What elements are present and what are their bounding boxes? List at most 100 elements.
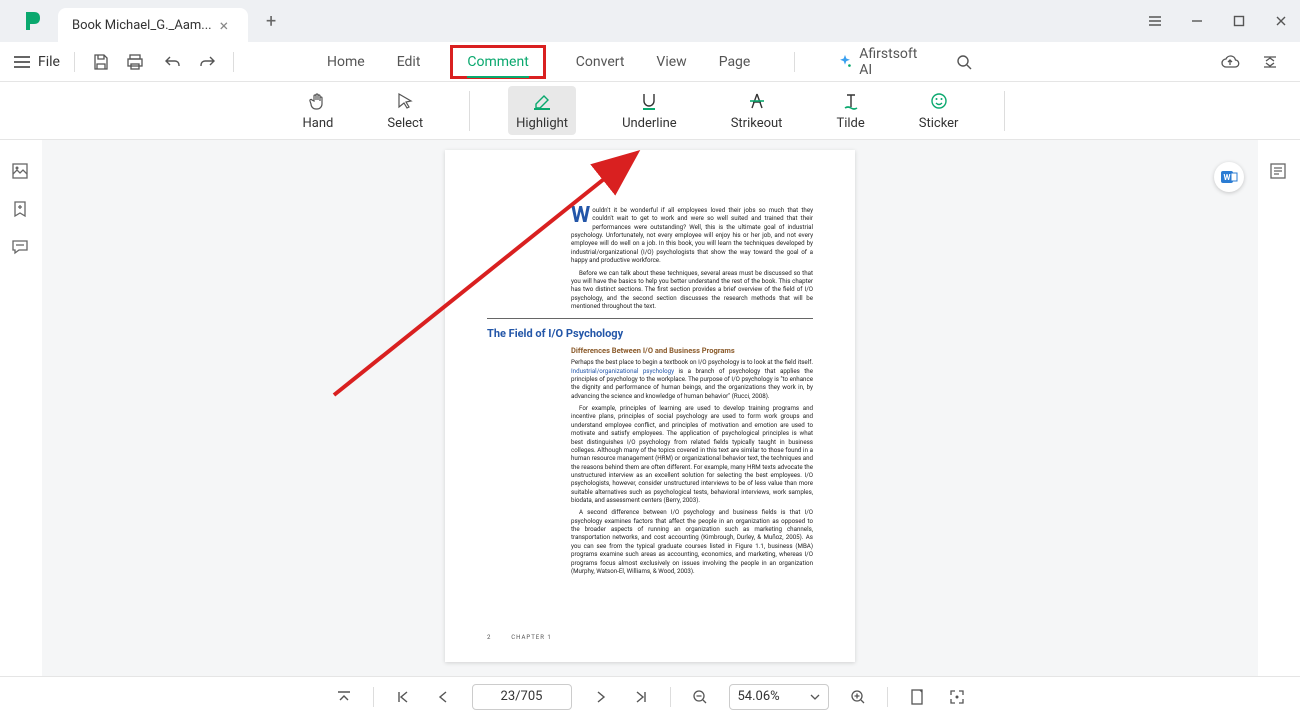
cloud-icon[interactable] [1218, 50, 1242, 74]
intro-text: ouldn't it be wonderful if all employees… [571, 206, 813, 264]
titlebar: Book Michael_G._Aam... × + [0, 0, 1300, 42]
fit-page-icon[interactable] [906, 686, 928, 708]
close-button[interactable] [1272, 12, 1290, 30]
comments-icon[interactable] [11, 238, 31, 258]
menu-convert[interactable]: Convert [574, 50, 627, 74]
file-label: File [38, 54, 60, 70]
menubar: File Home Edit Comment Convert View Page… [0, 42, 1300, 82]
divider [670, 687, 671, 707]
sparkle-icon [837, 53, 853, 71]
ai-label-text: Afirstsoft AI [859, 46, 925, 78]
comment-toolbar: Hand Select Highlight Underline Strikeou… [0, 82, 1300, 140]
menubar-right [1218, 50, 1282, 74]
section-heading: The Field of I/O Psychology [487, 327, 813, 342]
tool-label: Sticker [919, 116, 959, 131]
zoom-value: 54.06% [738, 689, 780, 704]
file-menu[interactable]: File [14, 54, 60, 70]
tilde-icon [840, 90, 862, 112]
section-rule [487, 318, 813, 319]
maximize-button[interactable] [1230, 12, 1248, 30]
collapse-icon[interactable] [1258, 50, 1282, 74]
menu-home[interactable]: Home [325, 50, 367, 74]
body-text: A second difference between I/O psycholo… [571, 508, 813, 575]
tool-label: Tilde [836, 116, 864, 131]
divider [233, 52, 234, 72]
next-page-icon[interactable] [590, 686, 612, 708]
workspace: Wouldn't it be wonderful if all employee… [0, 140, 1300, 676]
tool-underline[interactable]: Underline [614, 86, 685, 135]
main-menu: Home Edit Comment Convert View Page Afir… [325, 45, 975, 79]
zoom-select[interactable]: 54.06% [729, 684, 829, 710]
search-icon[interactable] [954, 50, 976, 74]
page-number: 2 [487, 634, 491, 641]
cursor-icon [394, 90, 416, 112]
tool-label: Underline [622, 116, 677, 131]
page-footer: 2 CHAPTER 1 [487, 634, 813, 642]
tool-highlight[interactable]: Highlight [508, 86, 576, 135]
menu-page[interactable]: Page [717, 50, 753, 74]
save-icon[interactable] [89, 50, 113, 74]
divider [469, 91, 470, 131]
subsection-heading: Differences Between I/O and Business Pro… [571, 346, 813, 356]
hamburger-icon[interactable] [1146, 12, 1164, 30]
document-tab[interactable]: Book Michael_G._Aam... × [58, 8, 248, 42]
chapter-label: CHAPTER 1 [511, 634, 552, 641]
redo-icon[interactable] [195, 50, 219, 74]
hand-icon [307, 90, 329, 112]
strikeout-icon [746, 90, 768, 112]
tool-label: Strikeout [731, 116, 783, 131]
tool-strikeout[interactable]: Strikeout [723, 86, 791, 135]
minimize-button[interactable] [1188, 12, 1206, 30]
tool-sticker[interactable]: Sticker [911, 86, 967, 135]
word-export-badge[interactable]: W [1214, 162, 1244, 192]
divider [1004, 91, 1005, 131]
tool-label: Select [387, 116, 423, 131]
tab-close-button[interactable]: × [220, 16, 229, 35]
dropcap: W [571, 206, 590, 226]
tool-label: Highlight [516, 116, 568, 131]
print-icon[interactable] [123, 50, 147, 74]
highlight-icon [531, 90, 553, 112]
right-sidebar [1258, 140, 1300, 676]
tool-select[interactable]: Select [379, 86, 431, 135]
divider [74, 52, 75, 72]
undo-icon[interactable] [161, 50, 185, 74]
divider [887, 687, 888, 707]
tab-title: Book Michael_G._Aam... [72, 18, 212, 33]
tool-tilde[interactable]: Tilde [828, 86, 872, 135]
fullscreen-icon[interactable] [946, 686, 968, 708]
first-page-icon[interactable] [392, 686, 414, 708]
scroll-top-icon[interactable] [333, 686, 355, 708]
statusbar: 54.06% [0, 676, 1300, 716]
thumbnails-icon[interactable] [11, 162, 31, 182]
svg-text:W: W [1224, 173, 1231, 182]
ai-assistant-button[interactable]: Afirstsoft AI [837, 46, 925, 78]
menu-icon [14, 55, 30, 69]
divider [373, 687, 374, 707]
tool-label: Hand [303, 116, 334, 131]
body-text: For example, principles of learning are … [571, 404, 813, 504]
text-link: Industrial/organizational psychology [571, 367, 674, 375]
tool-hand[interactable]: Hand [295, 86, 342, 135]
zoom-in-icon[interactable] [847, 686, 869, 708]
bookmark-icon[interactable] [11, 200, 31, 220]
zoom-out-icon[interactable] [689, 686, 711, 708]
new-tab-button[interactable]: + [266, 11, 276, 32]
sticker-icon [928, 90, 950, 112]
left-sidebar [0, 140, 42, 676]
divider [794, 52, 795, 72]
menu-view[interactable]: View [654, 50, 688, 74]
pdf-page: Wouldn't it be wonderful if all employee… [445, 150, 855, 662]
menu-edit[interactable]: Edit [395, 50, 423, 74]
window-controls [1146, 0, 1290, 42]
body-text: Perhaps the best place to begin a textbo… [571, 358, 813, 366]
menu-comment[interactable]: Comment [450, 45, 545, 79]
properties-icon[interactable] [1269, 162, 1289, 182]
intro-text-2: Before we can talk about these technique… [571, 269, 813, 311]
document-canvas[interactable]: Wouldn't it be wonderful if all employee… [42, 140, 1258, 676]
last-page-icon[interactable] [630, 686, 652, 708]
app-logo [18, 7, 46, 35]
prev-page-icon[interactable] [432, 686, 454, 708]
page-number-input[interactable] [472, 684, 572, 710]
chevron-down-icon [810, 694, 820, 700]
